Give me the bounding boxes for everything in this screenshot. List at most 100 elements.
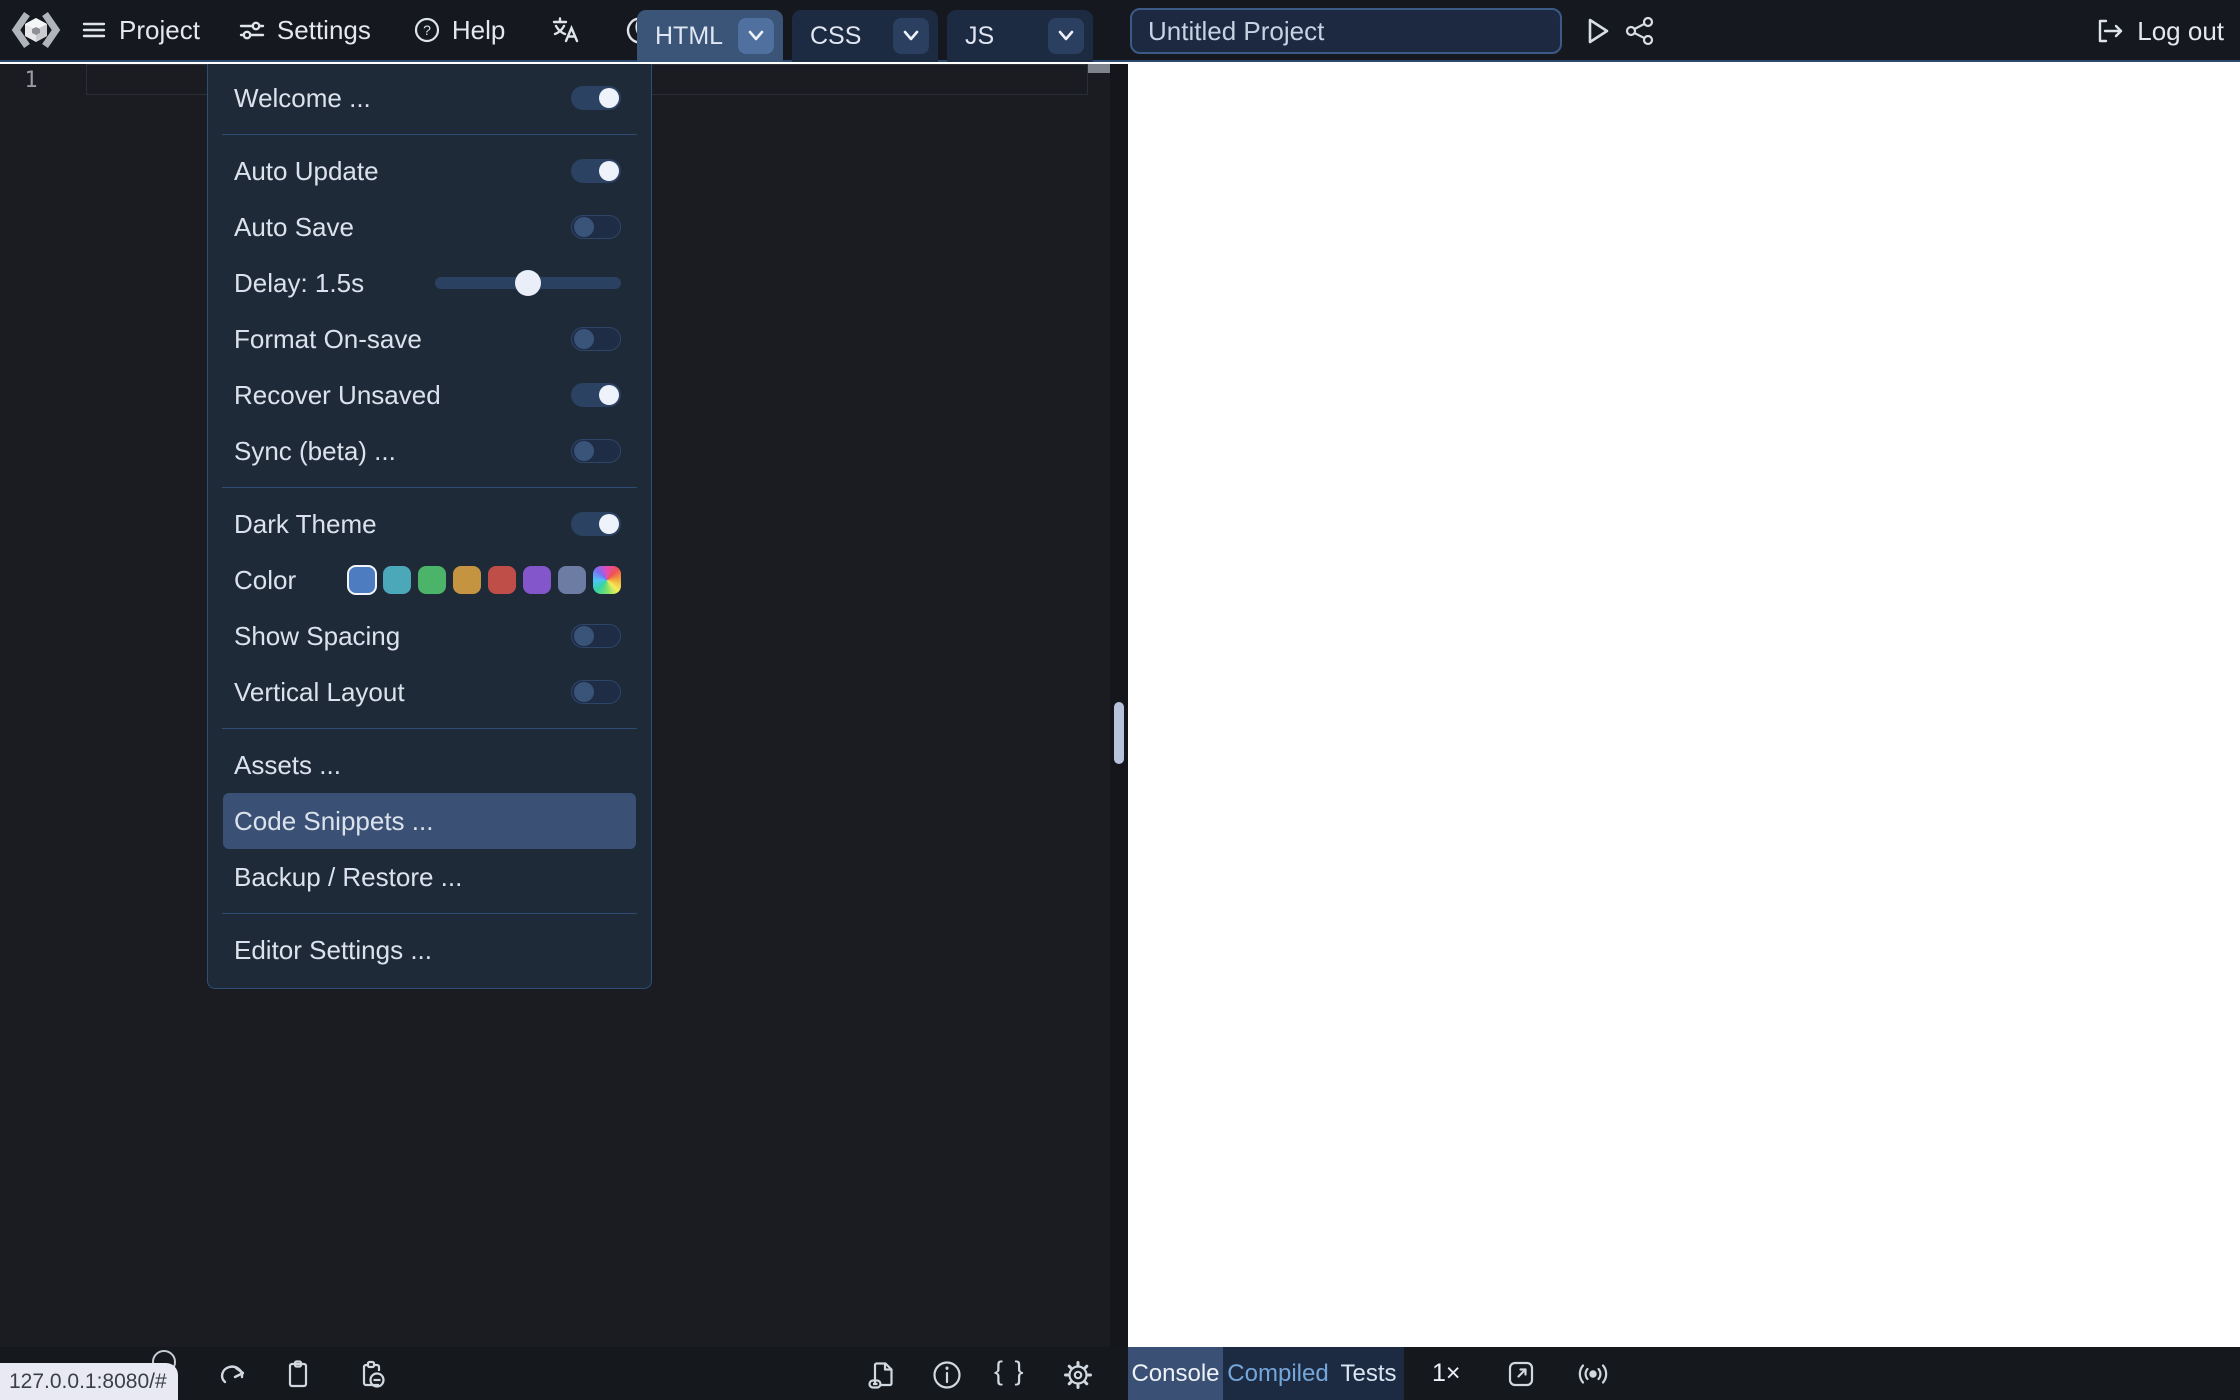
menu-item-label: Welcome ... (234, 82, 371, 113)
file-link-icon[interactable] (866, 1359, 898, 1391)
menu-divider (222, 913, 637, 914)
editor-scrollbar[interactable] (1088, 64, 1110, 73)
console-tab-console[interactable]: Console (1128, 1347, 1223, 1400)
console-tab-tests[interactable]: Tests (1333, 1347, 1404, 1400)
logout-icon (2099, 19, 2123, 43)
project-title-input[interactable] (1130, 8, 1562, 54)
chevron-down-icon[interactable] (893, 18, 929, 54)
menu-project[interactable]: Project (80, 15, 200, 46)
toggle-switch[interactable] (571, 159, 621, 183)
menu-item-label: Format On-save (234, 323, 422, 354)
menu-item-auto-update[interactable]: Auto Update (208, 143, 651, 199)
logout-label: Log out (2137, 15, 2224, 46)
menu-label: Help (451, 14, 506, 45)
menu-item-assets[interactable]: Assets ... (208, 737, 651, 793)
broadcast-icon[interactable] (1575, 1358, 1611, 1390)
color-swatch-7[interactable] (593, 566, 621, 594)
help-circle-icon: ? (413, 16, 441, 44)
menu-item-vertical-layout[interactable]: Vertical Layout (208, 664, 651, 720)
share-icon[interactable] (1624, 15, 1656, 47)
menu-item-delay-1-5s[interactable]: Delay: 1.5s (208, 255, 651, 311)
menu-item-label: Recover Unsaved (234, 379, 441, 410)
pane-split-gutter[interactable] (1110, 64, 1128, 1347)
editor-settings-gear-icon[interactable] (1062, 1359, 1094, 1391)
toggle-switch[interactable] (571, 215, 621, 239)
color-swatch-5[interactable] (523, 566, 551, 594)
chevron-down-icon[interactable] (738, 18, 774, 54)
menu-item-label: Delay: 1.5s (234, 267, 365, 298)
app-header: Project Settings? Help HTML CSS JS Untit… (0, 0, 2240, 62)
result-preview-pane[interactable] (1128, 64, 2240, 1347)
menu-item-code-snippets[interactable]: Code Snippets ... (223, 793, 636, 849)
redo-icon[interactable] (218, 1359, 248, 1389)
tab-js[interactable]: JS (947, 10, 1093, 62)
menu-label: Settings (276, 14, 371, 45)
console-tab-compiled[interactable]: Compiled (1223, 1347, 1333, 1400)
sliders-icon (238, 16, 266, 44)
menu-item-dark-theme[interactable]: Dark Theme (208, 496, 651, 552)
color-swatch-3[interactable] (453, 566, 481, 594)
hamburger-icon (80, 16, 108, 44)
run-button[interactable] (1581, 15, 1613, 47)
menu-item-label: Backup / Restore ... (234, 861, 463, 892)
format-braces-icon[interactable]: { } (994, 1356, 1026, 1387)
menu-item-sync-beta[interactable]: Sync (beta) ... (208, 423, 651, 479)
toggle-switch[interactable] (571, 680, 621, 704)
menu-item-welcome[interactable]: Welcome ... (208, 70, 651, 126)
line-number: 1 (24, 68, 38, 93)
color-swatches (347, 565, 621, 595)
menu-item-editor-settings[interactable]: Editor Settings ... (208, 922, 651, 978)
delay-slider[interactable] (435, 270, 621, 296)
toggle-switch[interactable] (571, 86, 621, 110)
menu-item-auto-save[interactable]: Auto Save (208, 199, 651, 255)
translate-icon[interactable] (551, 15, 581, 45)
menu-item-recover-unsaved[interactable]: Recover Unsaved (208, 367, 651, 423)
svg-text:?: ? (423, 22, 431, 38)
toggle-switch[interactable] (571, 624, 621, 648)
menu-item-label: Code Snippets ... (234, 805, 434, 836)
toggle-switch[interactable] (571, 327, 621, 351)
menu-item-color[interactable]: Color (208, 552, 651, 608)
preview-zoom-button[interactable]: 1× (1432, 1359, 1461, 1388)
menu-item-label: Color (234, 564, 297, 595)
color-swatch-6[interactable] (558, 566, 586, 594)
status-url-text: 127.0.0.1:8080/# (9, 1369, 167, 1393)
menu-item-label: Assets ... (234, 749, 341, 780)
color-swatch-4[interactable] (488, 566, 516, 594)
slider-thumb[interactable] (515, 270, 541, 296)
logout-button[interactable]: Log out (2095, 0, 2224, 62)
menu-item-label: Vertical Layout (234, 676, 405, 707)
editor-language-tabs: HTML CSS JS (637, 10, 1093, 62)
menu-label: Project (119, 14, 200, 45)
tab-label: CSS (810, 21, 862, 50)
tab-html[interactable]: HTML (637, 10, 783, 62)
color-swatch-2[interactable] (418, 566, 446, 594)
menu-item-backup-restore[interactable]: Backup / Restore ... (208, 849, 651, 905)
tab-label: HTML (655, 21, 724, 50)
color-swatch-1[interactable] (383, 566, 411, 594)
menu-item-format-on-save[interactable]: Format On-save (208, 311, 651, 367)
menu-item-show-spacing[interactable]: Show Spacing (208, 608, 651, 664)
menu-settings[interactable]: Settings (238, 15, 371, 46)
app-logo-icon[interactable] (10, 6, 62, 54)
clipboard-copy-icon[interactable] (283, 1359, 313, 1389)
status-url-tooltip: 127.0.0.1:8080/# (0, 1363, 178, 1400)
menu-item-label: Auto Save (234, 211, 354, 242)
menu-divider (222, 487, 637, 488)
settings-dropdown-menu: Welcome ... Auto Update Auto Save Delay: 1.… (207, 64, 652, 989)
clipboard-paste-icon[interactable] (355, 1359, 387, 1391)
menu-help[interactable]: ? Help (413, 15, 505, 46)
pane-split-handle[interactable] (1114, 702, 1124, 764)
color-swatch-0[interactable] (347, 565, 377, 595)
info-icon[interactable] (931, 1359, 963, 1391)
tab-css[interactable]: CSS (792, 10, 938, 62)
toggle-switch[interactable] (571, 383, 621, 407)
menu-item-label: Auto Update (234, 155, 379, 186)
toggle-switch[interactable] (571, 512, 621, 536)
open-in-new-window-icon[interactable] (1505, 1358, 1537, 1390)
console-toolbar: Console Compiled Tests 1× (1128, 1347, 2240, 1400)
menu-divider (222, 134, 637, 135)
chevron-down-icon[interactable] (1048, 18, 1084, 54)
toggle-switch[interactable] (571, 439, 621, 463)
menu-item-label: Sync (beta) ... (234, 435, 396, 466)
